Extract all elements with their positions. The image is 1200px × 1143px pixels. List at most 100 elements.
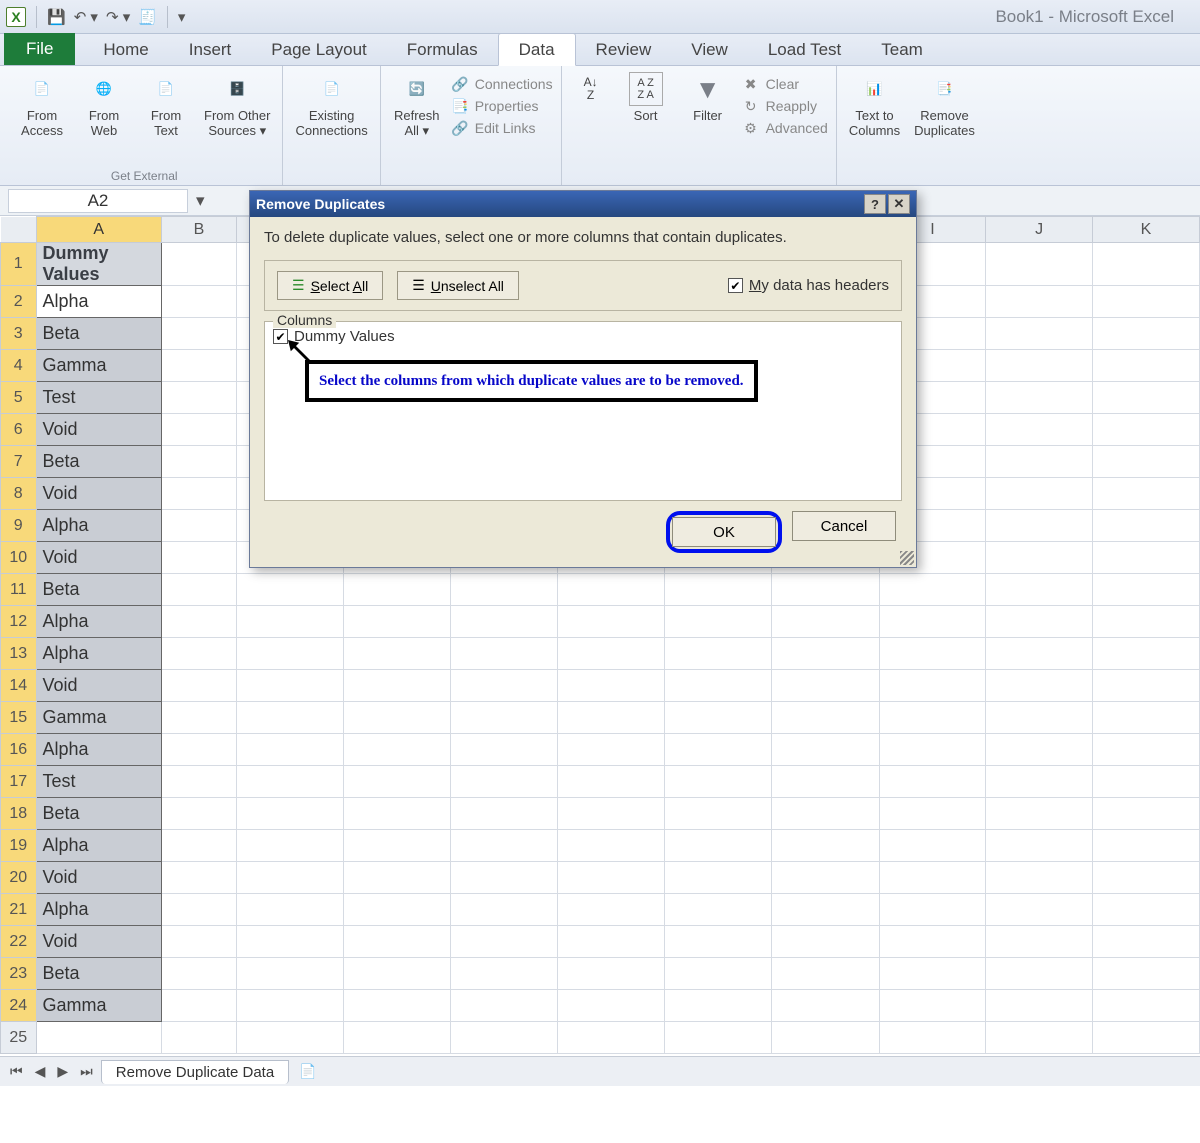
dialog-help-button[interactable]: ? (864, 194, 886, 214)
cell[interactable] (451, 638, 558, 670)
tab-team[interactable]: Team (861, 34, 943, 65)
resize-handle[interactable] (900, 551, 914, 565)
cell[interactable]: Beta (36, 446, 162, 478)
row-header[interactable]: 16 (1, 734, 37, 766)
cell[interactable] (344, 766, 451, 798)
cell[interactable] (162, 382, 237, 414)
row-header[interactable]: 21 (1, 894, 37, 926)
cell[interactable]: Void (36, 926, 162, 958)
cell[interactable] (451, 990, 558, 1022)
row-header[interactable]: 9 (1, 510, 37, 542)
row-header[interactable]: 12 (1, 606, 37, 638)
cell[interactable]: Test (36, 766, 162, 798)
tab-review[interactable]: Review (576, 34, 672, 65)
cell[interactable] (558, 926, 665, 958)
cell[interactable] (1093, 286, 1200, 318)
cell[interactable]: Beta (36, 574, 162, 606)
cell[interactable] (162, 510, 237, 542)
ok-button[interactable]: OK (672, 517, 776, 547)
cell[interactable] (772, 798, 879, 830)
cell[interactable] (344, 862, 451, 894)
row-header[interactable]: 1 (1, 243, 37, 286)
cell[interactable] (879, 958, 986, 990)
cell[interactable] (879, 606, 986, 638)
row-header[interactable]: 20 (1, 862, 37, 894)
cell[interactable] (1093, 574, 1200, 606)
cell[interactable]: Alpha (36, 510, 162, 542)
cell[interactable] (879, 798, 986, 830)
dialog-close-button[interactable]: ✕ (888, 194, 910, 214)
text-to-columns-button[interactable]: 📊 Text to Columns (845, 70, 904, 140)
cell[interactable] (451, 766, 558, 798)
row-header[interactable]: 8 (1, 478, 37, 510)
filter-button[interactable]: ▼ Filter (680, 70, 736, 138)
cell[interactable] (1093, 766, 1200, 798)
cell[interactable]: Beta (36, 958, 162, 990)
cell[interactable]: Beta (36, 798, 162, 830)
cell[interactable] (36, 1022, 162, 1054)
cell[interactable] (162, 542, 237, 574)
cell[interactable] (986, 862, 1093, 894)
cell[interactable] (451, 926, 558, 958)
cell[interactable] (162, 894, 237, 926)
cell[interactable] (162, 243, 237, 286)
sheet-nav-prev[interactable]: ◀ (31, 1063, 50, 1080)
existing-connections-button[interactable]: 📄 Existing Connections (291, 70, 371, 140)
row-header[interactable]: 5 (1, 382, 37, 414)
cell[interactable] (236, 1022, 343, 1054)
cell[interactable] (772, 926, 879, 958)
cell[interactable] (879, 574, 986, 606)
cell[interactable] (986, 702, 1093, 734)
tab-load-test[interactable]: Load Test (748, 34, 861, 65)
cell[interactable]: Void (36, 414, 162, 446)
cell[interactable] (879, 670, 986, 702)
cell[interactable] (664, 670, 771, 702)
col-header[interactable]: B (162, 217, 237, 243)
cell[interactable] (986, 958, 1093, 990)
cell[interactable] (879, 702, 986, 734)
cell[interactable] (236, 638, 343, 670)
cell[interactable] (451, 1022, 558, 1054)
unselect-all-button[interactable]: ☰ Unselect All (397, 271, 519, 300)
cell[interactable] (664, 734, 771, 766)
refresh-all-button[interactable]: 🔄 Refresh All ▾ (389, 70, 445, 141)
cell[interactable] (986, 350, 1093, 382)
cell[interactable] (664, 702, 771, 734)
cell[interactable] (664, 862, 771, 894)
redo-button[interactable]: ↷ ▾ (102, 6, 134, 28)
row-header[interactable]: 25 (1, 1022, 37, 1054)
cell[interactable]: Alpha (36, 606, 162, 638)
clear-button[interactable]: ✖Clear (742, 74, 828, 94)
cell[interactable] (664, 894, 771, 926)
row-header[interactable]: 15 (1, 702, 37, 734)
cell[interactable] (451, 606, 558, 638)
row-header[interactable]: 18 (1, 798, 37, 830)
cell[interactable] (162, 286, 237, 318)
cell[interactable] (162, 350, 237, 382)
cell[interactable] (162, 478, 237, 510)
cell[interactable] (986, 894, 1093, 926)
cell[interactable] (986, 542, 1093, 574)
cell[interactable] (162, 638, 237, 670)
cell[interactable] (986, 414, 1093, 446)
dialog-titlebar[interactable]: Remove Duplicates ? ✕ (250, 191, 916, 217)
cell[interactable] (986, 990, 1093, 1022)
tab-formulas[interactable]: Formulas (387, 34, 498, 65)
cell[interactable] (344, 638, 451, 670)
cell[interactable] (1093, 510, 1200, 542)
tab-insert[interactable]: Insert (169, 34, 252, 65)
cell[interactable] (664, 926, 771, 958)
cell[interactable] (344, 702, 451, 734)
cell[interactable] (162, 318, 237, 350)
cell[interactable] (664, 830, 771, 862)
cell[interactable] (1093, 958, 1200, 990)
row-header[interactable]: 19 (1, 830, 37, 862)
cell[interactable] (1093, 990, 1200, 1022)
tab-view[interactable]: View (671, 34, 748, 65)
cell[interactable] (236, 574, 343, 606)
cell[interactable] (344, 926, 451, 958)
sheet-nav-first[interactable]: ⏮ (6, 1063, 27, 1080)
cell[interactable] (162, 702, 237, 734)
cell[interactable] (162, 1022, 237, 1054)
cell[interactable] (1093, 446, 1200, 478)
